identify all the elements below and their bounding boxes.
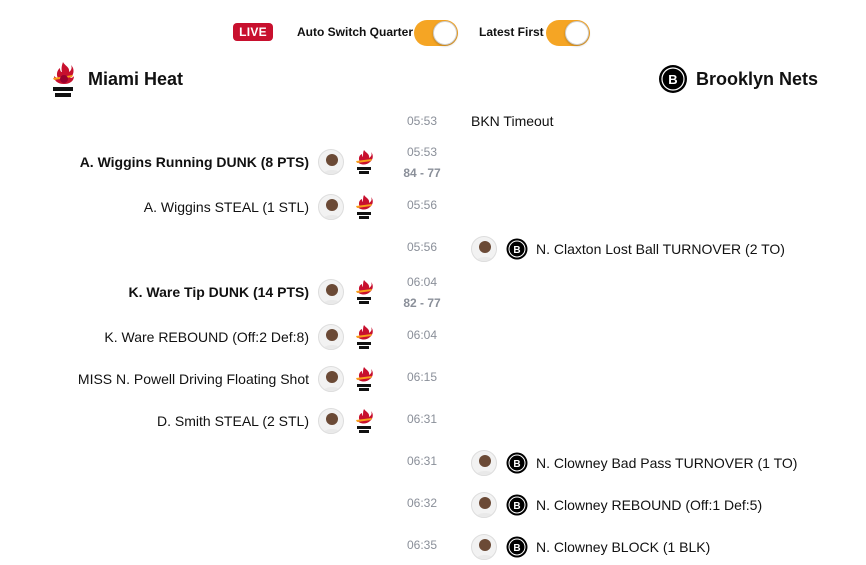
auto-switch-quarter-label: Auto Switch Quarter [297, 25, 414, 39]
svg-text:B: B [513, 501, 520, 512]
event-description: N. Clowney Bad Pass TURNOVER (1 TO) [536, 455, 798, 471]
auto-switch-quarter-toggle[interactable] [414, 20, 458, 46]
event-row: 06:04 82 - 77 K. Ware Tip DUNK (14 PTS) [0, 273, 866, 313]
event-description: N. Clowney BLOCK (1 BLK) [536, 539, 711, 555]
event-row: 06:32 N. Clowney REBOUND (Off:1 Def:5) B [0, 492, 866, 532]
toggle-knob [565, 21, 589, 45]
player-avatar[interactable] [318, 324, 344, 350]
event-time: 06:32 [406, 496, 438, 510]
svg-text:B: B [513, 459, 520, 470]
player-avatar[interactable] [318, 149, 344, 175]
heat-logo-icon [356, 409, 373, 433]
player-avatar[interactable] [471, 450, 497, 476]
player-avatar[interactable] [318, 194, 344, 220]
event-time: 05:56 [406, 198, 438, 212]
nets-logo-icon: B [506, 494, 528, 516]
svg-text:B: B [668, 72, 677, 87]
event-description: A. Wiggins STEAL (1 STL) [143, 199, 309, 215]
event-time: 06:04 [406, 275, 438, 289]
event-description: A. Wiggins Running DUNK (8 PTS) [79, 154, 309, 170]
nets-logo-icon: B [506, 536, 528, 558]
nets-logo-icon: B [506, 238, 528, 260]
event-row: 05:56 A. Wiggins STEAL (1 STL) [0, 194, 866, 234]
svg-text:B: B [513, 245, 520, 256]
heat-logo-icon [53, 62, 74, 97]
event-time: 05:56 [406, 240, 438, 254]
nets-logo-icon: B [506, 452, 528, 474]
event-row: 06:04 K. Ware REBOUND (Off:2 Def:8) [0, 324, 866, 364]
event-row: 06:31 N. Clowney Bad Pass TURNOVER (1 TO)… [0, 450, 866, 490]
away-team-header: B Brooklyn Nets [658, 60, 818, 98]
event-row: 05:56 N. Claxton Lost Ball TURNOVER (2 TO… [0, 236, 866, 276]
heat-logo-icon [356, 280, 373, 304]
heat-logo-icon [356, 325, 373, 349]
player-avatar[interactable] [471, 236, 497, 262]
top-bar: LIVE Auto Switch Quarter Latest First [0, 0, 866, 66]
event-time: 06:35 [406, 538, 438, 552]
event-time: 06:04 [406, 328, 438, 342]
player-avatar[interactable] [471, 534, 497, 560]
event-score: 84 - 77 [403, 166, 441, 180]
latest-first-label: Latest First [479, 25, 544, 39]
event-description: K. Ware REBOUND (Off:2 Def:8) [104, 329, 309, 345]
event-description: MISS N. Powell Driving Floating Shot [77, 371, 309, 387]
event-time: 05:53 [406, 145, 438, 159]
heat-logo-icon [356, 195, 373, 219]
event-row: 06:35 N. Clowney BLOCK (1 BLK) B [0, 534, 866, 565]
home-team-name: Miami Heat [88, 68, 184, 89]
event-description: BKN Timeout [471, 113, 554, 129]
heat-logo-icon [356, 150, 373, 174]
away-team-name: Brooklyn Nets [696, 68, 819, 89]
event-row: 06:15 MISS N. Powell Driving Floating Sho… [0, 366, 866, 406]
event-description: K. Ware Tip DUNK (14 PTS) [128, 284, 309, 300]
live-badge: LIVE [233, 23, 273, 41]
player-avatar[interactable] [318, 279, 344, 305]
toggle-knob [433, 21, 457, 45]
latest-first-toggle[interactable] [546, 20, 590, 46]
event-time: 06:31 [406, 454, 438, 468]
event-time: 06:31 [406, 412, 438, 426]
event-time: 05:53 [406, 114, 438, 128]
svg-text:B: B [513, 543, 520, 554]
player-avatar[interactable] [318, 366, 344, 392]
player-avatar[interactable] [318, 408, 344, 434]
event-description: N. Clowney REBOUND (Off:1 Def:5) [536, 497, 763, 513]
event-row: 06:31 D. Smith STEAL (2 STL) [0, 408, 866, 448]
event-description: D. Smith STEAL (2 STL) [157, 413, 309, 429]
nets-logo-icon: B [659, 65, 687, 93]
home-team-header: Miami Heat [50, 60, 183, 98]
event-time: 06:15 [406, 370, 438, 384]
event-row: 05:53 84 - 77 A. Wiggins Running DUNK (8 P… [0, 143, 866, 183]
event-description: N. Claxton Lost Ball TURNOVER (2 TO) [536, 241, 785, 257]
heat-logo-icon [356, 367, 373, 391]
event-score: 82 - 77 [403, 296, 441, 310]
player-avatar[interactable] [471, 492, 497, 518]
